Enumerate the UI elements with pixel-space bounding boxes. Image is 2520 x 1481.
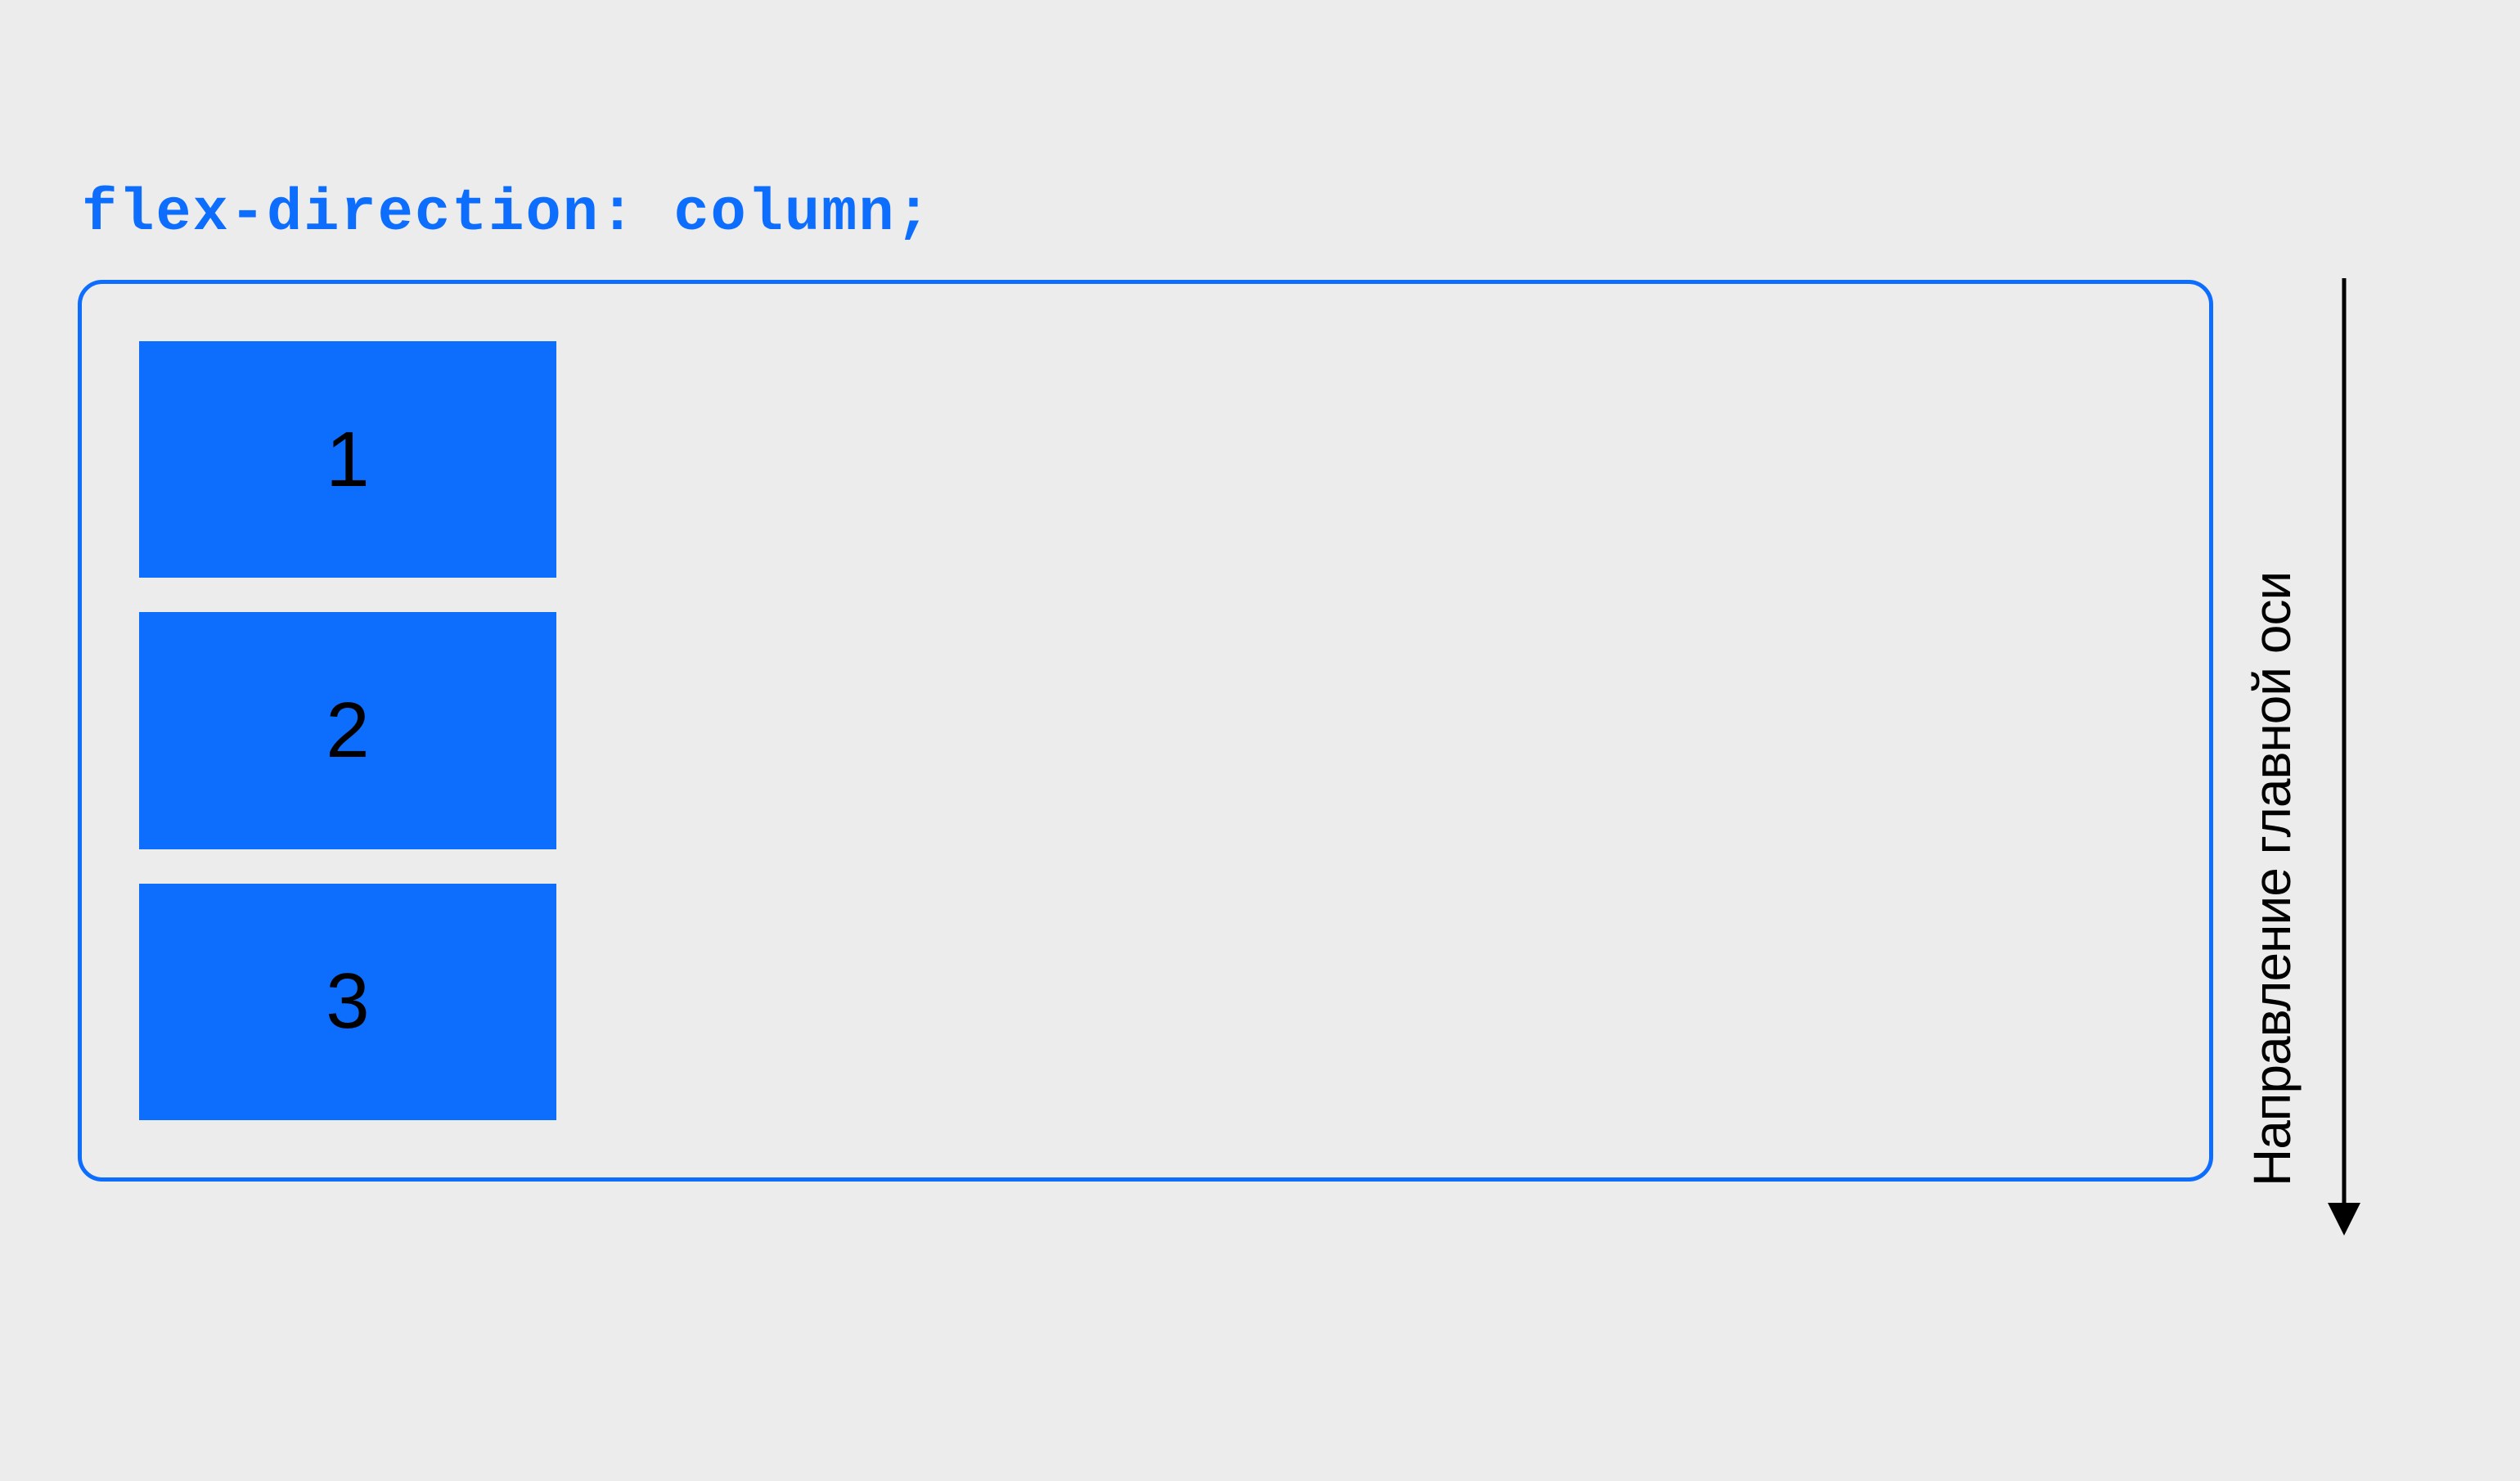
flex-item-1: 1 xyxy=(139,341,556,578)
axis-label: Направление главной оси xyxy=(2242,278,2302,1186)
code-title: flex-direction: column; xyxy=(82,180,933,247)
arrow-down-icon xyxy=(2328,278,2360,1236)
flex-container: 1 2 3 xyxy=(78,280,2213,1182)
axis-label-wrapper: Направление главной оси xyxy=(2242,278,2389,1236)
arrow-head xyxy=(2328,1203,2360,1236)
arrow-line xyxy=(2342,278,2347,1211)
flex-item-3: 3 xyxy=(139,884,556,1120)
flex-item-2: 2 xyxy=(139,612,556,849)
